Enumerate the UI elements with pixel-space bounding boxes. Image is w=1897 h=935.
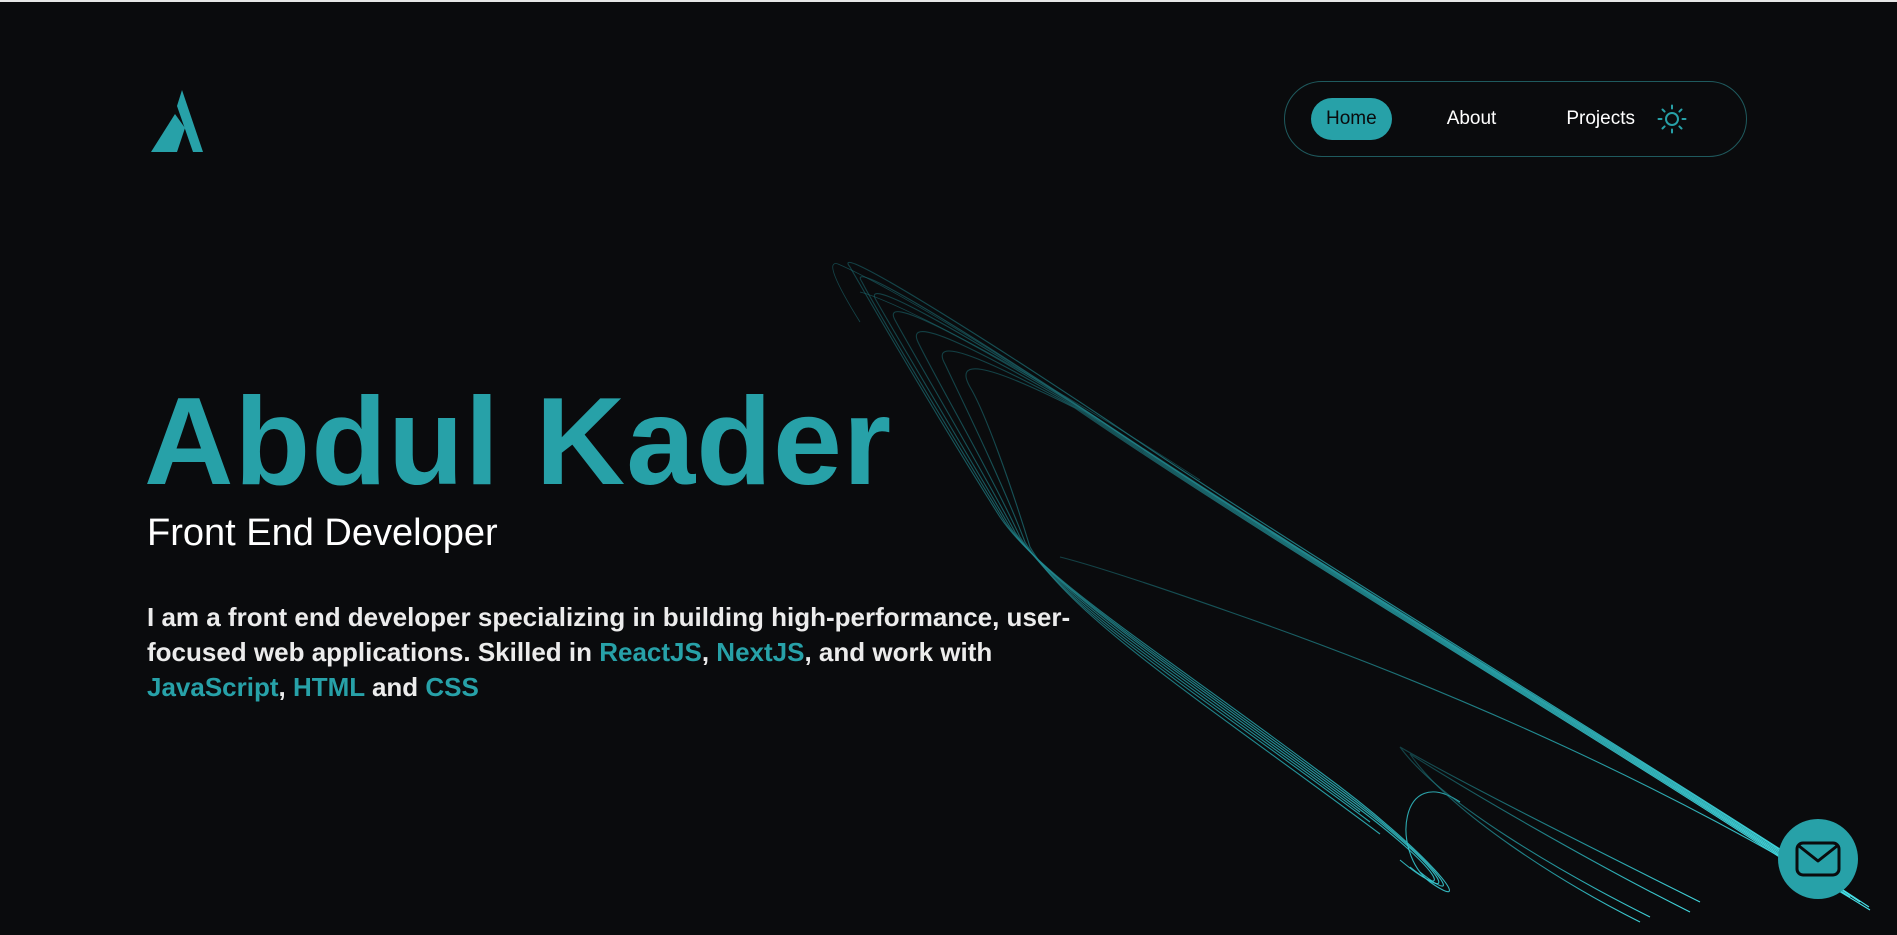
nav-item-about[interactable]: About bbox=[1447, 108, 1497, 130]
mail-icon bbox=[1795, 841, 1841, 877]
description-text: , and work with bbox=[804, 637, 993, 667]
portfolio-page: Home About Projects Abdul Kader Front En… bbox=[0, 0, 1897, 935]
nav-item-home[interactable]: Home bbox=[1311, 98, 1392, 140]
hero-description: I am a front end developer specializing … bbox=[147, 600, 1127, 705]
contact-mail-button[interactable] bbox=[1778, 819, 1858, 899]
main-nav: Home About Projects bbox=[1284, 81, 1747, 157]
description-separator: , bbox=[278, 672, 293, 702]
skill-html: HTML bbox=[292, 672, 365, 702]
hero-role: Front End Developer bbox=[147, 512, 498, 554]
hero-name: Abdul Kader bbox=[144, 373, 893, 511]
logo-icon[interactable] bbox=[149, 88, 215, 154]
skill-reactjs: ReactJS bbox=[599, 637, 702, 667]
skill-css: CSS bbox=[425, 672, 479, 702]
description-separator: and bbox=[364, 672, 426, 702]
sun-icon[interactable] bbox=[1657, 104, 1687, 134]
skill-nextjs: NextJS bbox=[716, 637, 805, 667]
nav-item-projects[interactable]: Projects bbox=[1566, 108, 1635, 130]
description-separator: , bbox=[701, 637, 717, 667]
skill-javascript: JavaScript bbox=[147, 672, 279, 702]
